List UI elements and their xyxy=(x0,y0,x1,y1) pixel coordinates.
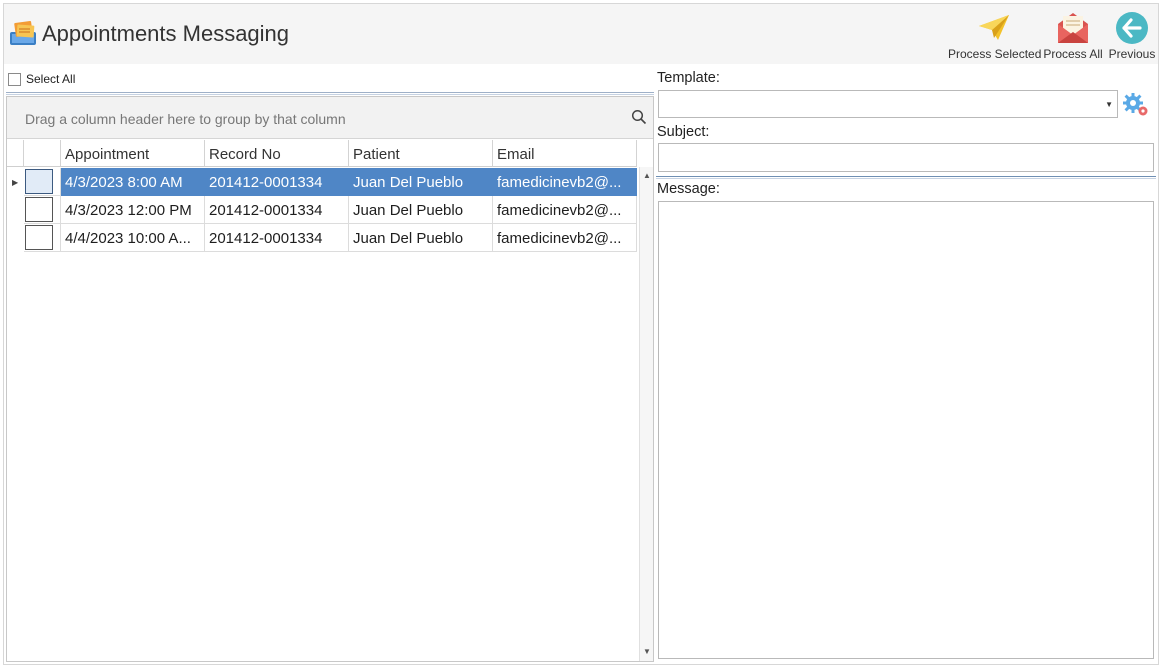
record-no-cell[interactable]: 201412-0001334 xyxy=(205,196,349,224)
process-all-button[interactable]: Process All xyxy=(1042,6,1104,62)
appointments-grid: Drag a column header here to group by th… xyxy=(6,96,654,662)
row-select-cell[interactable] xyxy=(24,168,61,196)
grid-divider xyxy=(6,92,654,93)
previous-label: Previous xyxy=(1108,47,1156,61)
table-row[interactable]: 4/4/2023 10:00 A... 201412-0001334 Juan … xyxy=(7,224,637,252)
record-no-cell[interactable]: 201412-0001334 xyxy=(205,168,349,196)
process-all-label: Process All xyxy=(1043,47,1103,61)
previous-button[interactable]: Previous xyxy=(1106,6,1158,62)
process-selected-label: Process Selected xyxy=(948,47,1042,61)
section-divider-shadow xyxy=(656,178,1156,179)
column-header-patient[interactable]: Patient xyxy=(349,140,493,167)
back-arrow-icon xyxy=(1116,12,1148,44)
message-label: Message: xyxy=(657,181,720,197)
appointments-app-icon xyxy=(10,20,36,45)
select-all-label: Select All xyxy=(26,72,76,86)
paper-plane-icon xyxy=(979,15,1009,40)
template-label: Template: xyxy=(657,70,720,86)
group-by-panel[interactable]: Drag a column header here to group by th… xyxy=(7,97,653,139)
message-textarea[interactable] xyxy=(658,201,1154,659)
table-row[interactable]: 4/3/2023 12:00 PM 201412-0001334 Juan De… xyxy=(7,196,637,224)
record-no-cell[interactable]: 201412-0001334 xyxy=(205,224,349,252)
column-header-record-no[interactable]: Record No xyxy=(205,140,349,167)
table-row[interactable]: ▶ 4/3/2023 8:00 AM 201412-0001334 Juan D… xyxy=(7,168,637,196)
group-by-hint: Drag a column header here to group by th… xyxy=(25,111,346,127)
row-indicator-header xyxy=(7,140,24,167)
current-row-arrow-icon: ▶ xyxy=(12,178,19,187)
select-all-control[interactable]: Select All xyxy=(8,72,75,86)
row-checkbox[interactable] xyxy=(25,197,53,222)
row-checkbox[interactable] xyxy=(25,169,53,194)
appointment-cell[interactable]: 4/3/2023 8:00 AM xyxy=(61,168,205,196)
scroll-down-icon[interactable]: ▼ xyxy=(640,645,654,659)
search-icon[interactable] xyxy=(631,109,647,125)
section-divider xyxy=(656,176,1156,177)
appointment-cell[interactable]: 4/3/2023 12:00 PM xyxy=(61,196,205,224)
email-cell[interactable]: famedicinevb2@... xyxy=(493,224,637,252)
chevron-down-icon[interactable]: ▼ xyxy=(1105,100,1113,109)
scroll-up-icon[interactable]: ▲ xyxy=(640,169,654,183)
checkbox-column-header[interactable] xyxy=(24,140,61,167)
process-selected-button[interactable]: Process Selected xyxy=(948,6,1042,62)
column-header-appointment[interactable]: Appointment xyxy=(61,140,205,167)
row-checkbox[interactable] xyxy=(25,225,53,250)
open-envelope-icon xyxy=(1058,13,1088,43)
column-header-email[interactable]: Email xyxy=(493,140,637,167)
email-cell[interactable]: famedicinevb2@... xyxy=(493,196,637,224)
appointments-messaging-window: Appointments Messaging Process Selected … xyxy=(3,3,1159,665)
header-bar: Appointments Messaging Process Selected … xyxy=(4,4,1158,64)
email-cell[interactable]: famedicinevb2@... xyxy=(493,168,637,196)
row-select-cell[interactable] xyxy=(24,196,61,224)
subject-label: Subject: xyxy=(657,124,710,140)
row-select-cell[interactable] xyxy=(24,224,61,252)
gears-icon[interactable] xyxy=(1122,90,1150,118)
template-dropdown[interactable]: ▼ xyxy=(658,90,1118,118)
select-all-checkbox[interactable] xyxy=(8,72,21,86)
patient-cell[interactable]: Juan Del Pueblo xyxy=(349,168,493,196)
grid-divider-shadow xyxy=(6,94,654,95)
patient-cell[interactable]: Juan Del Pueblo xyxy=(349,196,493,224)
patient-cell[interactable]: Juan Del Pueblo xyxy=(349,224,493,252)
vertical-scrollbar[interactable]: ▲ ▼ xyxy=(639,167,653,661)
subject-input[interactable] xyxy=(658,143,1154,172)
page-title: Appointments Messaging xyxy=(42,21,290,46)
appointment-cell[interactable]: 4/4/2023 10:00 A... xyxy=(61,224,205,252)
